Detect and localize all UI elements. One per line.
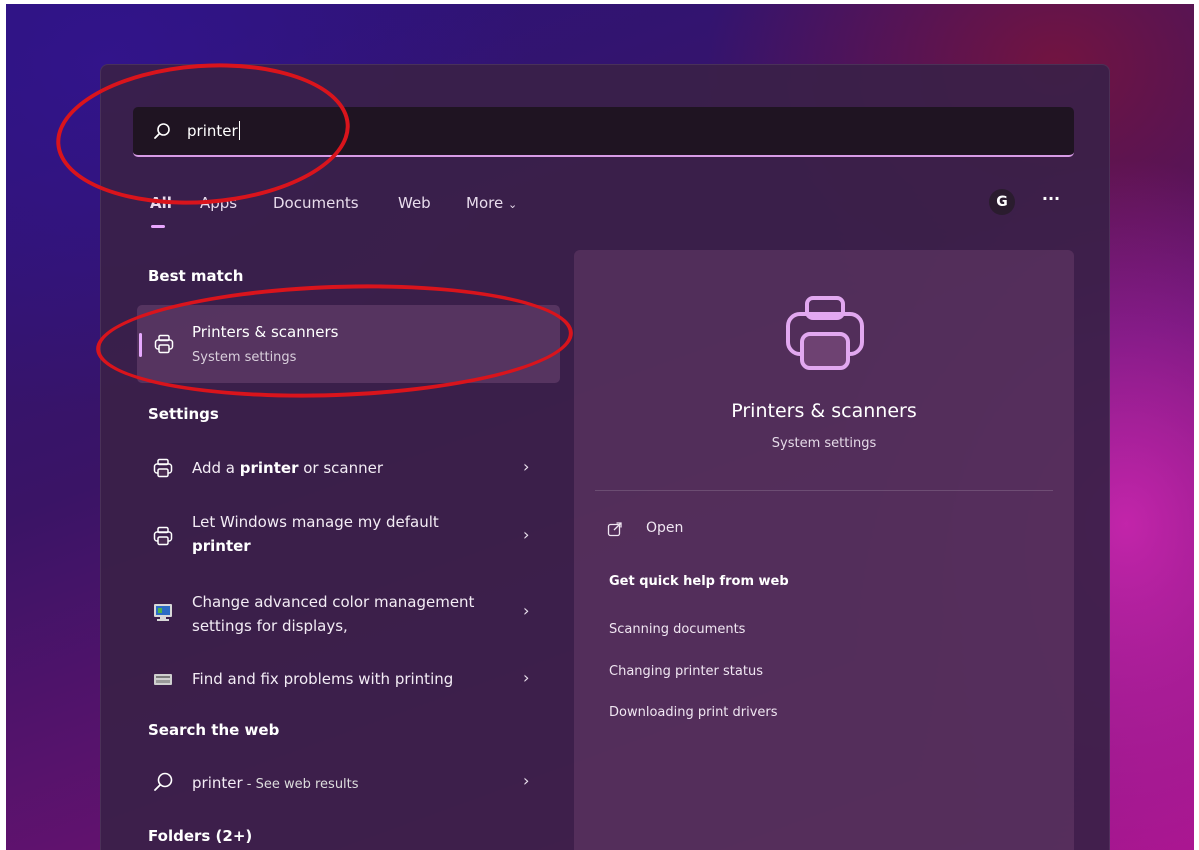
preview-subtitle: System settings: [771, 436, 877, 451]
active-tab-indicator: [151, 225, 165, 228]
folders-heading: Folders (2+): [148, 827, 253, 845]
tab-web[interactable]: Web: [398, 194, 431, 212]
printer-icon: [152, 457, 174, 479]
more-options-button[interactable]: ···: [1040, 186, 1062, 212]
help-link-print-drivers[interactable]: Downloading print drivers: [609, 705, 778, 720]
chevron-right-icon: ›: [523, 601, 530, 620]
settings-item-label: Find and fix problems with printing: [192, 670, 454, 688]
best-match-heading: Best match: [148, 267, 244, 285]
troubleshoot-printer-icon: [152, 668, 174, 690]
open-external-icon: [607, 521, 623, 537]
preview-title: Printers & scanners: [731, 400, 917, 422]
preview-pane: Printers & scanners System settings Open…: [574, 250, 1074, 850]
settings-item-label: Add a printer or scanner: [192, 459, 384, 477]
settings-item-label: Change advanced color management setting…: [192, 593, 475, 635]
settings-heading: Settings: [148, 405, 219, 423]
printer-large-icon: [780, 294, 870, 374]
tab-more-label: More: [466, 194, 504, 212]
web-result-label: printer - See web results: [192, 771, 512, 797]
monitor-color-icon: [152, 601, 174, 623]
tab-more[interactable]: More ⌄: [466, 194, 517, 212]
quick-help-heading: Get quick help from web: [609, 574, 789, 589]
chevron-down-icon: ⌄: [507, 198, 518, 211]
help-link-printer-status[interactable]: Changing printer status: [609, 664, 763, 679]
web-result-item[interactable]: printer - See web results ›: [140, 762, 558, 802]
help-link-scanning[interactable]: Scanning documents: [609, 622, 745, 637]
settings-item-default-printer[interactable]: Let Windows manage my default printer ›: [140, 505, 558, 565]
chevron-right-icon: ›: [523, 668, 530, 687]
chevron-right-icon: ›: [523, 525, 530, 544]
settings-item-color-management[interactable]: Change advanced color management setting…: [140, 585, 558, 645]
search-icon: [152, 771, 174, 793]
settings-item-add-printer[interactable]: Add a printer or scanner ›: [140, 447, 558, 499]
web-query: printer: [192, 774, 243, 792]
tab-documents[interactable]: Documents: [273, 194, 359, 212]
settings-item-label: Let Windows manage my default printer: [192, 513, 439, 555]
open-label: Open: [646, 520, 684, 536]
web-suffix: - See web results: [242, 777, 359, 792]
preview-divider: [595, 490, 1053, 491]
settings-item-troubleshoot-printing[interactable]: Find and fix problems with printing ›: [140, 664, 558, 716]
account-avatar[interactable]: G: [989, 189, 1015, 215]
printer-icon: [152, 525, 174, 547]
search-web-heading: Search the web: [148, 721, 280, 739]
chevron-right-icon: ›: [523, 771, 530, 790]
chevron-right-icon: ›: [523, 457, 530, 476]
